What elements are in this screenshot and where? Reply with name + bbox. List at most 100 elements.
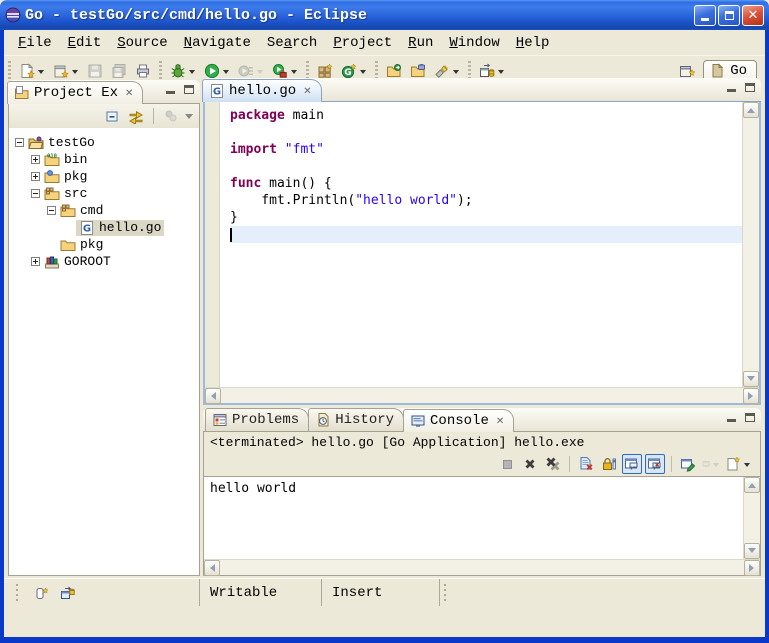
scroll-left-button[interactable]	[205, 388, 221, 404]
display-console-button[interactable]	[701, 454, 721, 474]
view-menu-icon[interactable]	[185, 114, 193, 123]
fast-view-icon[interactable]	[34, 585, 50, 601]
scroll-up-button[interactable]	[744, 477, 760, 493]
editor-horizontal-scrollbar[interactable]	[205, 387, 759, 403]
project-explorer-view: Project Ex ✕ test	[8, 80, 200, 576]
console-icon	[410, 413, 426, 429]
remove-all-terminated-button[interactable]	[543, 454, 563, 474]
tab-hello-go[interactable]: G hello.go ✕	[202, 79, 322, 102]
clear-console-button[interactable]	[576, 454, 596, 474]
toolbar-grip[interactable]	[157, 61, 164, 81]
scroll-up-button[interactable]	[743, 102, 759, 118]
scroll-right-button[interactable]	[744, 560, 760, 576]
minimize-view-icon[interactable]	[727, 419, 736, 422]
open-console-icon	[725, 456, 741, 472]
expand-expander-icon[interactable]	[31, 155, 40, 164]
collapse-expander-icon[interactable]	[47, 206, 56, 215]
scroll-left-button[interactable]	[204, 560, 220, 576]
editor-vertical-scrollbar[interactable]	[742, 102, 759, 387]
collapse-expander-icon[interactable]	[15, 138, 24, 147]
console-view: Problems History Console ✕ <terminated> …	[203, 408, 761, 576]
editor-view: G hello.go ✕ package mainimport "fmt"fun…	[203, 78, 761, 405]
status-bar: Writable Insert	[4, 578, 765, 606]
close-icon[interactable]: ✕	[303, 86, 311, 97]
show-stdout-toggle[interactable]	[622, 454, 642, 474]
tree-item-label: GOROOT	[64, 254, 111, 269]
scroll-right-button[interactable]	[743, 388, 759, 404]
customize-view-button[interactable]	[161, 106, 181, 126]
import-icon	[386, 63, 402, 79]
menu-bar: File Edit Source Navigate Search Project…	[4, 30, 765, 56]
menu-edit[interactable]: Edit	[60, 33, 110, 53]
console-horizontal-scrollbar[interactable]	[204, 559, 760, 575]
remove-all-terminated-icon	[545, 456, 561, 472]
svg-text:G: G	[213, 87, 221, 98]
tree-item-label: bin	[64, 152, 87, 167]
tree-item-hello-go[interactable]: G hello.go	[9, 219, 199, 236]
tree-item-bin[interactable]: 010 bin	[9, 151, 199, 168]
minimize-button[interactable]	[694, 5, 716, 26]
tab-project-explorer[interactable]: Project Ex ✕	[7, 81, 143, 104]
expand-expander-icon[interactable]	[31, 172, 40, 181]
tab-history[interactable]: History	[308, 408, 404, 431]
maximize-button[interactable]	[718, 5, 740, 26]
open-console-button[interactable]	[724, 454, 752, 474]
clear-console-icon	[578, 456, 594, 472]
tree-item-goroot[interactable]: GOROOT	[9, 253, 199, 270]
minimize-view-icon[interactable]	[166, 91, 175, 94]
tab-project-explorer-label: Project Ex	[34, 85, 118, 101]
console-output[interactable]: hello world	[204, 477, 743, 559]
console-vertical-scrollbar[interactable]	[743, 477, 760, 559]
tree-item-label: pkg	[64, 169, 87, 184]
code-area[interactable]: package mainimport "fmt"func main() { fm…	[220, 102, 742, 387]
collapse-all-button[interactable]	[102, 106, 122, 126]
expand-expander-icon[interactable]	[31, 257, 40, 266]
menu-project[interactable]: Project	[325, 33, 400, 53]
scroll-down-button[interactable]	[743, 371, 759, 387]
menu-source[interactable]: Source	[109, 33, 175, 53]
menu-window[interactable]: Window	[441, 33, 507, 53]
tree-item-label: src	[64, 186, 87, 201]
tree-item-src[interactable]: src	[9, 185, 199, 202]
menu-run[interactable]: Run	[400, 33, 441, 53]
maximize-view-icon[interactable]	[745, 413, 755, 422]
remove-launch-button[interactable]	[520, 454, 540, 474]
close-button[interactable]: ✕	[742, 5, 764, 26]
editor-gutter[interactable]	[205, 102, 220, 387]
show-stderr-toggle[interactable]	[645, 454, 665, 474]
new-project-icon	[53, 63, 69, 79]
menu-file[interactable]: File	[10, 33, 60, 53]
toolbar-grip[interactable]	[6, 61, 13, 81]
minimize-view-icon[interactable]	[727, 89, 736, 92]
pin-console-button[interactable]	[678, 454, 698, 474]
scroll-down-button[interactable]	[744, 543, 760, 559]
search-icon	[434, 63, 450, 79]
scroll-lock-button[interactable]	[599, 454, 619, 474]
history-icon	[315, 412, 331, 428]
menu-help[interactable]: Help	[508, 33, 558, 53]
maximize-view-icon[interactable]	[184, 85, 194, 94]
go-file-icon: G	[79, 220, 95, 236]
eclipse-window: Go - testGo/src/cmd/hello.go - Eclipse ✕…	[0, 0, 769, 643]
tree-item-pkg[interactable]: pkg	[9, 168, 199, 185]
tree-item-label: pkg	[80, 237, 103, 252]
terminate-button[interactable]	[497, 454, 517, 474]
link-with-editor-button[interactable]	[126, 106, 146, 126]
maximize-view-icon[interactable]	[745, 83, 755, 92]
open-perspective-icon	[679, 63, 695, 79]
toggle-pane-icon	[479, 63, 495, 79]
sync-trim-icon[interactable]	[60, 585, 76, 601]
menu-search[interactable]: Search	[259, 33, 325, 53]
tree-item-testgo[interactable]: testGo	[9, 134, 199, 151]
menu-navigate[interactable]: Navigate	[176, 33, 259, 53]
tree-item-label: testGo	[48, 135, 95, 150]
tree-item-pkg2[interactable]: pkg	[9, 236, 199, 253]
tree-item-cmd[interactable]: cmd	[9, 202, 199, 219]
tree-item-label: cmd	[80, 203, 103, 218]
close-icon[interactable]: ✕	[496, 416, 504, 427]
collapse-expander-icon[interactable]	[31, 189, 40, 198]
link-with-editor-icon	[128, 108, 144, 124]
tab-problems[interactable]: Problems	[205, 408, 309, 431]
tab-console[interactable]: Console ✕	[403, 409, 514, 432]
close-icon[interactable]: ✕	[125, 88, 133, 99]
